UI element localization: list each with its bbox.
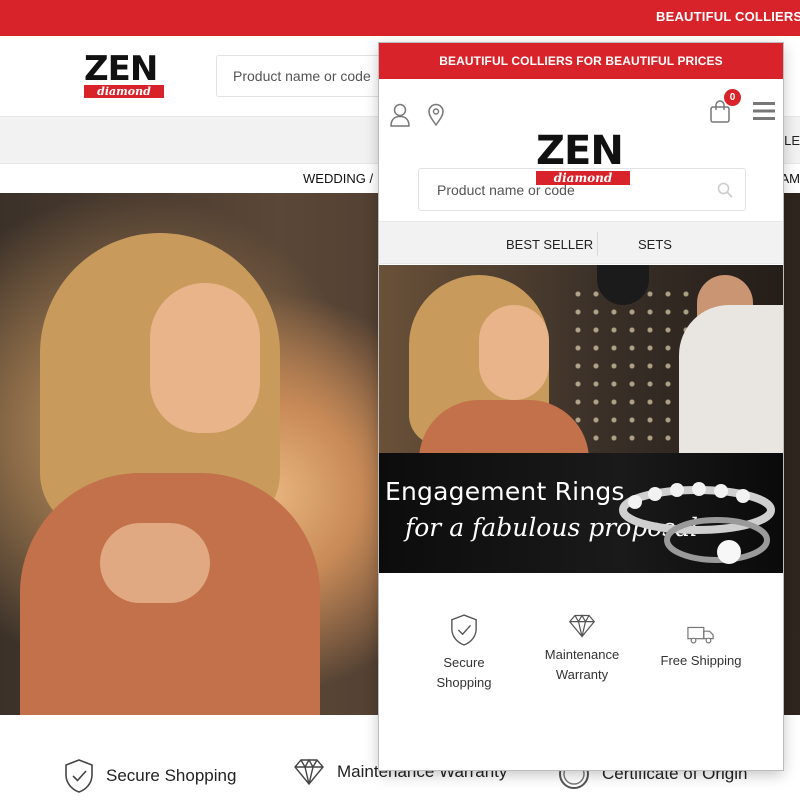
mobile-page: BEAUTIFUL COLLIERS FOR BEAUTIFUL PRICES … [379, 43, 783, 770]
diamond-icon [568, 614, 596, 638]
shield-check-icon [65, 759, 93, 793]
feature-line-1: Free Shipping [660, 653, 742, 668]
desktop-announcement-bar: BEAUTIFUL COLLIERS FO [0, 0, 800, 36]
truck-icon [687, 626, 714, 644]
mobile-announcement-bar: BEAUTIFUL COLLIERS FOR BEAUTIFUL PRICES [379, 43, 783, 79]
location-pin-icon[interactable] [427, 103, 445, 127]
hero-face-shape [150, 283, 260, 433]
feature-line-1: Maintenance [544, 647, 620, 662]
search-icon[interactable] [717, 182, 733, 198]
desktop-feature-label: Secure Shopping [106, 766, 237, 785]
desktop-search-placeholder: Product name or code [233, 68, 371, 84]
mobile-hero-banner[interactable]: Engagement Rings for a fabulous proposal [379, 265, 783, 573]
hamburger-menu-icon[interactable] [753, 101, 775, 121]
nav-item-sets[interactable]: SETS [638, 237, 672, 252]
mobile-feature-free-shipping: Free Shipping [641, 623, 761, 671]
nav-divider [597, 232, 598, 256]
cart-count-badge: 0 [724, 89, 741, 106]
mobile-category-nav: BEST SELLER SETS [379, 221, 783, 264]
desktop-menu-item-edge[interactable]: LE [784, 133, 800, 148]
hero-hand-shape [100, 523, 210, 603]
desktop-logo-word: ZEN [84, 49, 158, 89]
hero-title: Engagement Rings [385, 477, 625, 506]
mobile-feature-secure-shopping: Secure Shopping [404, 613, 524, 693]
mobile-logo-word: ZEN [536, 128, 624, 174]
hero-face-shape [479, 305, 549, 400]
desktop-logo-sub: diamond [84, 85, 164, 98]
rings-image [619, 482, 775, 564]
mobile-search-placeholder: Product name or code [437, 182, 575, 198]
feature-line-2: Warranty [555, 667, 609, 682]
mobile-announcement-text: BEAUTIFUL COLLIERS FOR BEAUTIFUL PRICES [439, 54, 723, 68]
hero-man-shirt-shape [679, 305, 783, 455]
desktop-logo[interactable]: ZEN diamond [84, 52, 166, 98]
desktop-announcement-text: BEAUTIFUL COLLIERS FO [656, 9, 800, 24]
diamond-icon [294, 758, 324, 786]
desktop-feature-secure-shopping: Secure Shopping [64, 758, 236, 794]
shield-check-icon [451, 614, 477, 646]
mobile-features-row: Secure Shopping Maintenance Warranty Fre… [379, 613, 783, 723]
mobile-search-input[interactable]: Product name or code [418, 168, 746, 211]
mobile-feature-maintenance-warranty: Maintenance Warranty [522, 613, 642, 685]
user-icon[interactable] [389, 103, 411, 127]
feature-line-2: Shopping [436, 675, 492, 690]
feature-line-1: Secure [443, 655, 485, 670]
desktop-subnav-wedding[interactable]: WEDDING / [303, 171, 373, 186]
nav-item-best-seller[interactable]: BEST SELLER [506, 237, 593, 252]
